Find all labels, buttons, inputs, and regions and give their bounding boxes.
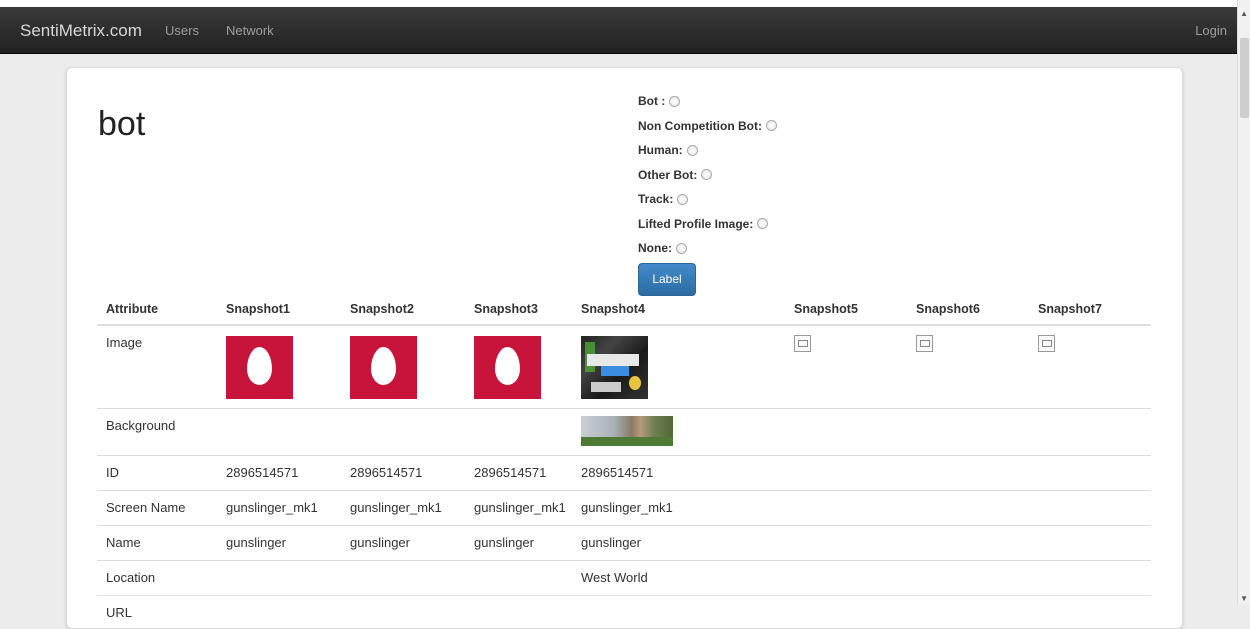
row-label: Name bbox=[97, 525, 217, 561]
table-cell: 2896514571 bbox=[341, 455, 465, 491]
default-egg-avatar-image bbox=[226, 336, 293, 399]
table-cell: gunslinger_mk1 bbox=[465, 490, 572, 526]
scroll-down-arrow-icon[interactable]: ▼ bbox=[1240, 594, 1248, 603]
header-attribute: Attribute bbox=[97, 293, 217, 326]
table-cell: gunslinger bbox=[465, 525, 572, 561]
snapshot-table: Attribute Snapshot1 Snapshot2 Snapshot3 … bbox=[97, 293, 1151, 625]
table-row-url: URL bbox=[97, 595, 1151, 625]
radio-human[interactable] bbox=[686, 144, 698, 156]
table-cell: gunslinger bbox=[572, 525, 785, 561]
table-row-location: Location West World bbox=[97, 560, 1151, 596]
option-label: Other Bot: bbox=[638, 167, 698, 182]
table-cell: gunslinger bbox=[341, 525, 465, 561]
login-link[interactable]: Login bbox=[1195, 23, 1227, 38]
radio-none[interactable] bbox=[676, 242, 687, 254]
nav-users-link[interactable]: Users bbox=[165, 23, 199, 38]
table-cell: gunslinger_mk1 bbox=[217, 490, 341, 526]
label-option-other-bot: Other Bot: bbox=[638, 163, 777, 188]
radio-other-bot[interactable] bbox=[701, 169, 713, 181]
label-option-track: Track: bbox=[638, 187, 777, 212]
table-cell: 2896514571 bbox=[465, 455, 572, 491]
content-panel: bot Bot : Non Competition Bot: Human: Ot… bbox=[66, 67, 1183, 629]
background-banner-image bbox=[581, 416, 673, 446]
scroll-thumb[interactable] bbox=[1240, 38, 1249, 118]
header-snapshot7: Snapshot7 bbox=[1029, 293, 1151, 326]
option-label: Track: bbox=[638, 192, 674, 207]
row-label: Background bbox=[97, 408, 217, 456]
page-title: bot bbox=[98, 105, 146, 143]
table-row-screen-name: Screen Name gunslinger_mk1 gunslinger_mk… bbox=[97, 490, 1151, 526]
option-label: Bot : bbox=[638, 94, 666, 109]
table-cell: 2896514571 bbox=[217, 455, 341, 491]
table-header-row: Attribute Snapshot1 Snapshot2 Snapshot3 … bbox=[97, 293, 1151, 326]
header-snapshot4: Snapshot4 bbox=[572, 293, 785, 326]
broken-image-icon bbox=[916, 335, 933, 352]
broken-image-icon bbox=[794, 335, 811, 352]
header-snapshot5: Snapshot5 bbox=[785, 293, 907, 326]
page-scrollbar[interactable]: ▲ ▼ bbox=[1237, 0, 1250, 605]
radio-non-competition-bot[interactable] bbox=[765, 120, 777, 132]
broken-image-icon bbox=[1038, 335, 1055, 352]
label-option-lifted-profile-image: Lifted Profile Image: bbox=[638, 212, 777, 237]
row-label: URL bbox=[97, 595, 217, 625]
row-label: Location bbox=[97, 560, 217, 596]
table-cell: 2896514571 bbox=[572, 455, 785, 491]
profile-poster-image bbox=[581, 336, 648, 399]
option-label: Human: bbox=[638, 143, 683, 158]
table-row-id: ID 2896514571 2896514571 2896514571 2896… bbox=[97, 455, 1151, 491]
table-row-name: Name gunslinger gunslinger gunslinger gu… bbox=[97, 525, 1151, 561]
radio-track[interactable] bbox=[677, 193, 689, 205]
label-option-bot: Bot : bbox=[638, 89, 777, 114]
table-row-background: Background bbox=[97, 408, 1151, 456]
table-cell: gunslinger_mk1 bbox=[572, 490, 785, 526]
row-label: Screen Name bbox=[97, 490, 217, 526]
default-egg-avatar-image bbox=[474, 336, 541, 399]
option-label: Lifted Profile Image: bbox=[638, 216, 754, 231]
label-button[interactable]: Label bbox=[638, 262, 696, 296]
header-snapshot3: Snapshot3 bbox=[465, 293, 572, 326]
row-label: ID bbox=[97, 455, 217, 491]
header-snapshot2: Snapshot2 bbox=[341, 293, 465, 326]
table-cell: gunslinger_mk1 bbox=[341, 490, 465, 526]
label-option-non-competition-bot: Non Competition Bot: bbox=[638, 114, 777, 139]
top-strip bbox=[0, 0, 1250, 7]
option-label: None: bbox=[638, 241, 672, 256]
navbar: SentiMetrix.com Users Network Login bbox=[0, 7, 1238, 54]
table-cell: gunslinger bbox=[217, 525, 341, 561]
label-option-human: Human: bbox=[638, 138, 777, 163]
row-label: Image bbox=[97, 324, 217, 409]
default-egg-avatar-image bbox=[350, 336, 417, 399]
header-snapshot6: Snapshot6 bbox=[907, 293, 1029, 326]
nav-network-link[interactable]: Network bbox=[226, 23, 274, 38]
label-option-none: None: bbox=[638, 236, 777, 261]
brand-link[interactable]: SentiMetrix.com bbox=[20, 21, 142, 41]
label-options: Bot : Non Competition Bot: Human: Other … bbox=[638, 89, 777, 296]
header-snapshot1: Snapshot1 bbox=[217, 293, 341, 326]
table-row-image: Image bbox=[97, 324, 1151, 409]
radio-lifted-profile-image[interactable] bbox=[757, 218, 769, 230]
table-cell: West World bbox=[572, 560, 785, 596]
radio-bot[interactable] bbox=[669, 95, 681, 107]
scroll-up-arrow-icon[interactable]: ▲ bbox=[1240, 9, 1248, 18]
option-label: Non Competition Bot: bbox=[638, 118, 762, 133]
